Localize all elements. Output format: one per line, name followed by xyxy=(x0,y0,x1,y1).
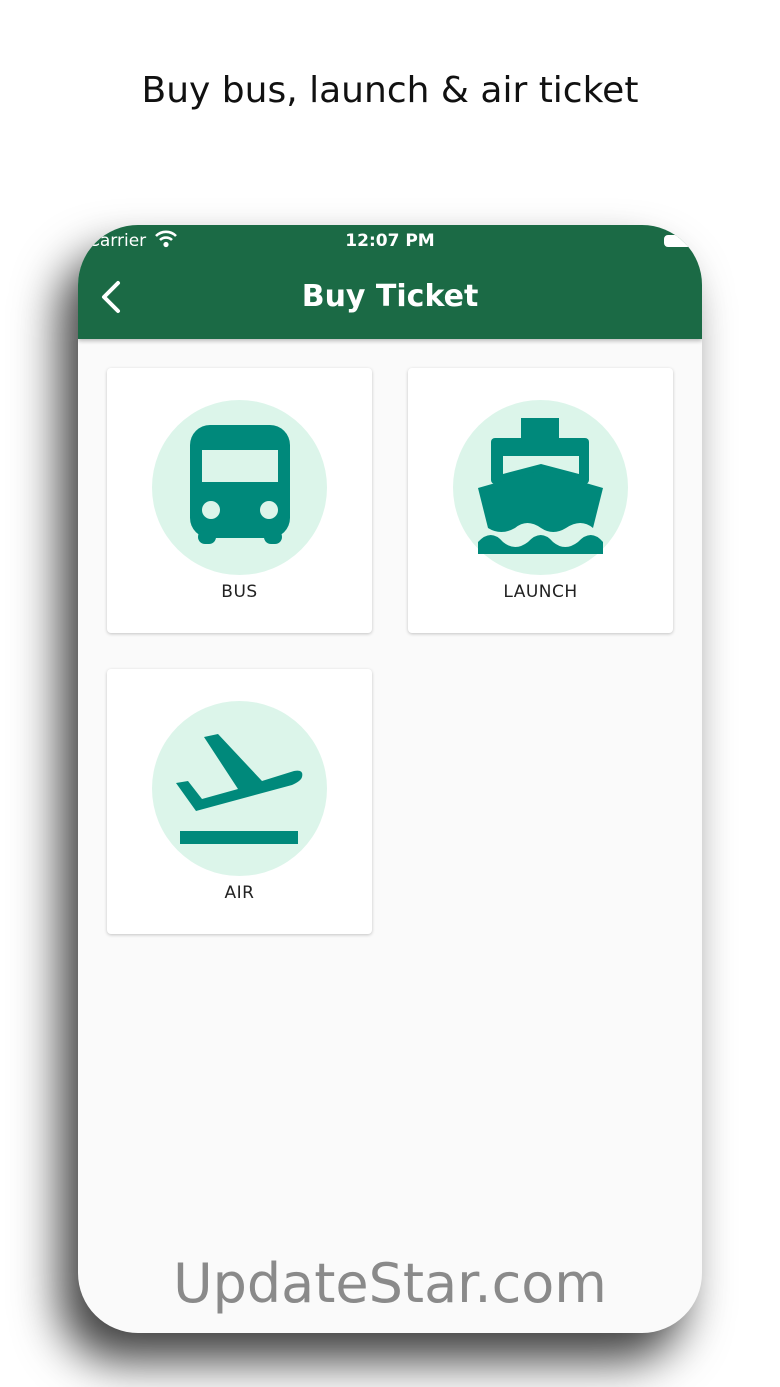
watermark: UpdateStar.com xyxy=(173,1252,607,1315)
ship-icon-badge xyxy=(453,400,628,575)
ticket-label-bus: BUS xyxy=(221,582,258,602)
bus-icon xyxy=(190,425,290,544)
ticket-card-bus[interactable]: BUS xyxy=(107,368,372,633)
status-time: 12:07 PM xyxy=(345,231,435,251)
ticket-label-launch: LAUNCH xyxy=(503,582,578,602)
ticket-card-launch[interactable]: LAUNCH xyxy=(408,368,673,633)
status-bar: Carrier 12:07 PM xyxy=(78,225,702,257)
bus-icon-badge xyxy=(152,400,327,575)
flight-takeoff-icon-badge xyxy=(152,701,327,876)
battery-icon xyxy=(664,235,692,247)
ship-icon xyxy=(478,418,603,554)
ticket-card-air[interactable]: AIR xyxy=(107,669,372,934)
phone-screen: Carrier 12:07 PM Buy Ticket BUS LAUNCH A… xyxy=(78,225,702,1333)
app-bar: Carrier 12:07 PM Buy Ticket xyxy=(78,225,702,339)
page-title: Buy Ticket xyxy=(301,279,479,314)
flight-takeoff-icon xyxy=(176,734,303,844)
promo-caption: Buy bus, launch & air ticket xyxy=(141,70,639,111)
ticket-label-air: AIR xyxy=(224,883,255,903)
